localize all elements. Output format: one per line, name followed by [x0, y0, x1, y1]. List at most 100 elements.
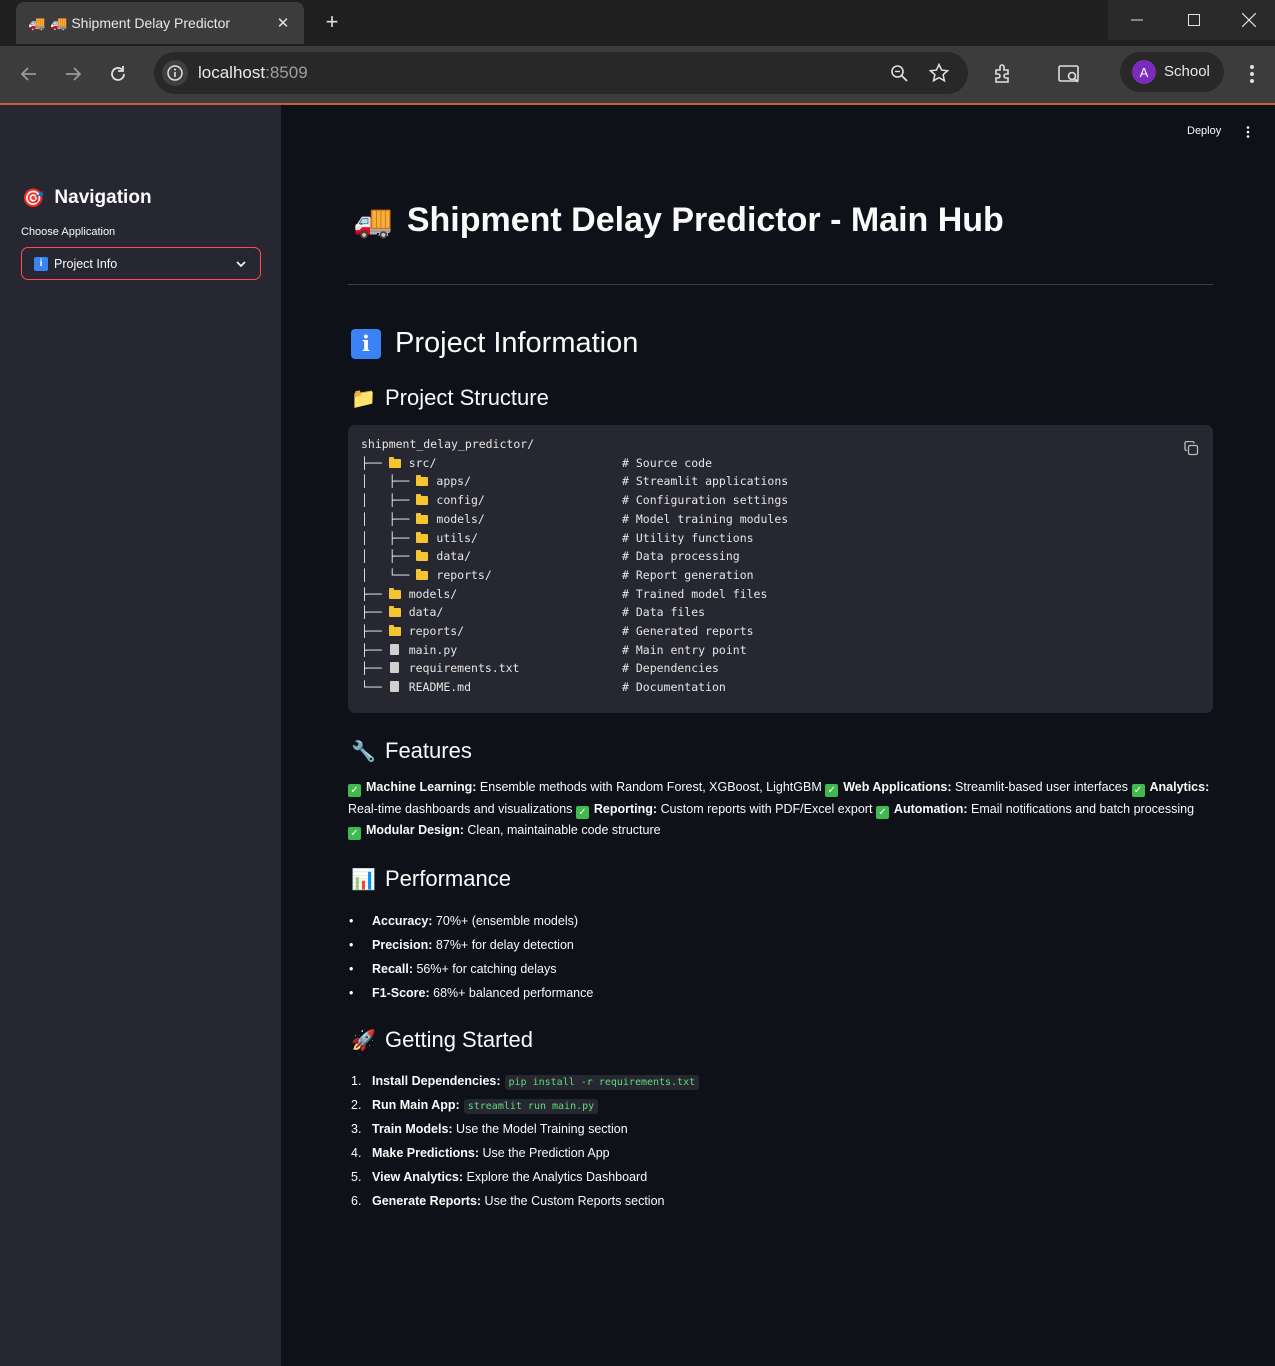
sidebar: 🎯 Navigation Choose Application i Projec… [0, 105, 281, 1366]
tree-prefix: │ ├── [361, 511, 417, 526]
folder-icon [416, 475, 429, 487]
page-title-text: Shipment Delay Predictor - Main Hub [406, 201, 1004, 239]
site-info-icon[interactable] [162, 60, 188, 86]
step-text: Use the Custom Reports section [481, 1194, 665, 1208]
sidebar-title: 🎯 Navigation [22, 187, 152, 209]
chevron-down-icon [236, 260, 246, 267]
folder-icon [388, 625, 401, 636]
tree-prefix: ├── [361, 661, 389, 676]
wrench-icon: 🔧 [351, 740, 376, 763]
list-item: Recall: 56%+ for catching delays [348, 957, 1213, 981]
list-item: 4. Make Predictions: Use the Prediction A… [348, 1141, 1213, 1165]
tree-name: data/ [436, 549, 472, 564]
folder-icon [416, 494, 429, 506]
tree-prefix: │ ├── [361, 474, 417, 489]
step-label: Make Predictions: [372, 1146, 479, 1160]
new-tab-button[interactable]: + [316, 6, 348, 38]
metric-label: Accuracy: [372, 914, 433, 928]
code-comment: # Trained model files [622, 586, 768, 601]
performance-heading: 📊 Performance [351, 866, 511, 892]
browser-tab[interactable]: 🚚 🚚 Shipment Delay Predictor ✕ [16, 2, 304, 44]
tree-prefix: ├── [361, 605, 389, 620]
step-number: 6. [351, 1194, 362, 1208]
application-select[interactable]: i Project Info [21, 247, 261, 280]
metric-text: 68%+ balanced performance [429, 986, 594, 1000]
tab-search-icon[interactable] [1057, 61, 1083, 87]
step-number: 4. [351, 1146, 362, 1160]
tree-name: main.py [408, 642, 458, 657]
step-number: 1. [351, 1074, 362, 1088]
file-icon [389, 681, 399, 693]
reload-button[interactable] [104, 60, 132, 88]
truck-favicon-icon: 🚚 [28, 14, 46, 31]
back-button[interactable] [15, 60, 43, 88]
close-window-button[interactable] [1222, 0, 1275, 40]
code-line: ├── main.py [361, 643, 457, 662]
code-comment: # Source code [622, 455, 713, 470]
features-heading-text: Features [385, 738, 472, 763]
tree-name: README.md [408, 680, 472, 695]
structure-heading: 📁 Project Structure [351, 385, 549, 411]
feature-label: Web Applications: [843, 780, 952, 794]
step-text: Use the Model Training section [452, 1122, 628, 1136]
browser-menu-icon[interactable] [1240, 61, 1264, 87]
feature-text: Clean, maintainable code structure [463, 823, 661, 837]
code-comment: # Documentation [622, 680, 726, 695]
folder-icon [388, 606, 401, 618]
zoom-icon[interactable] [889, 63, 909, 83]
feature-label: Modular Design: [366, 823, 464, 837]
metric-text: 56%+ for catching delays [413, 962, 557, 976]
tree-prefix: │ ├── [361, 530, 417, 545]
close-tab-icon[interactable]: ✕ [274, 14, 292, 32]
code-comment: # Data processing [622, 549, 740, 564]
tree-name: apps/ [436, 474, 472, 489]
step-text: Explore the Analytics Dashboard [463, 1170, 648, 1184]
code-line: │ ├── data/ [361, 549, 471, 568]
main-content: Deploy 🚚 Shipment Delay Predictor - Main… [281, 105, 1275, 1366]
code-comment: # Generated reports [622, 624, 754, 638]
forward-button[interactable] [59, 60, 87, 88]
target-icon: 🎯 [22, 187, 45, 208]
checkmark-icon: ✓ [348, 827, 361, 840]
truck-icon: 🚚 [353, 202, 393, 239]
extensions-icon[interactable] [990, 61, 1016, 87]
browser-tabbar: 🚚 🚚 Shipment Delay Predictor ✕ + [0, 0, 1275, 46]
profile-button[interactable]: A School [1120, 52, 1224, 92]
minimize-icon [1130, 19, 1143, 21]
feature-label: Analytics: [1149, 780, 1210, 794]
tree-prefix: │ └── [361, 567, 417, 582]
feature-label: Automation: [893, 801, 968, 816]
bookmark-star-icon[interactable] [929, 63, 949, 83]
maximize-button[interactable] [1165, 0, 1222, 40]
profile-name: School [1164, 63, 1210, 80]
copy-icon[interactable] [1184, 441, 1199, 456]
tree-prefix: ├── [361, 586, 389, 601]
tree-name: models/ [436, 511, 485, 526]
project-structure-code: shipment_delay_predictor/ ├── src/ # Sourc… [348, 425, 1213, 713]
deploy-button[interactable]: Deploy [1187, 125, 1221, 137]
code-line: ├── models/ [361, 587, 457, 606]
main-menu-icon[interactable] [1243, 125, 1253, 139]
code-comment: # Report generation [622, 567, 754, 582]
code-comment: # Main entry point [622, 642, 747, 657]
code-comment: # Configuration settings [622, 493, 789, 508]
getting-started-heading: 🚀 Getting Started [351, 1027, 533, 1053]
code-line: │ └── reports/ [361, 568, 492, 587]
metric-text: 87%+ for delay detection [432, 938, 574, 952]
step-label: Install Dependencies: [372, 1074, 501, 1088]
metric-text: 70%+ (ensemble models) [432, 914, 579, 928]
address-bar[interactable]: localhost:8509 [154, 52, 968, 94]
reload-icon [111, 66, 125, 81]
minimize-button[interactable] [1108, 0, 1165, 40]
list-item: Accuracy: 70%+ (ensemble models) [348, 909, 1213, 933]
list-item: F1-Score: 68%+ balanced performance [348, 981, 1213, 1005]
select-value: Project Info [54, 256, 118, 271]
folder-icon [416, 550, 429, 562]
code-line: ├── data/ [361, 605, 443, 624]
close-icon [1241, 13, 1256, 27]
tree-name: requirements.txt [408, 661, 520, 676]
maximize-icon [1187, 14, 1200, 26]
step-number: 5. [351, 1170, 362, 1184]
list-item: 2. Run Main App: streamlit run main.py [348, 1093, 1213, 1117]
code-comment: # Utility functions [622, 530, 754, 545]
